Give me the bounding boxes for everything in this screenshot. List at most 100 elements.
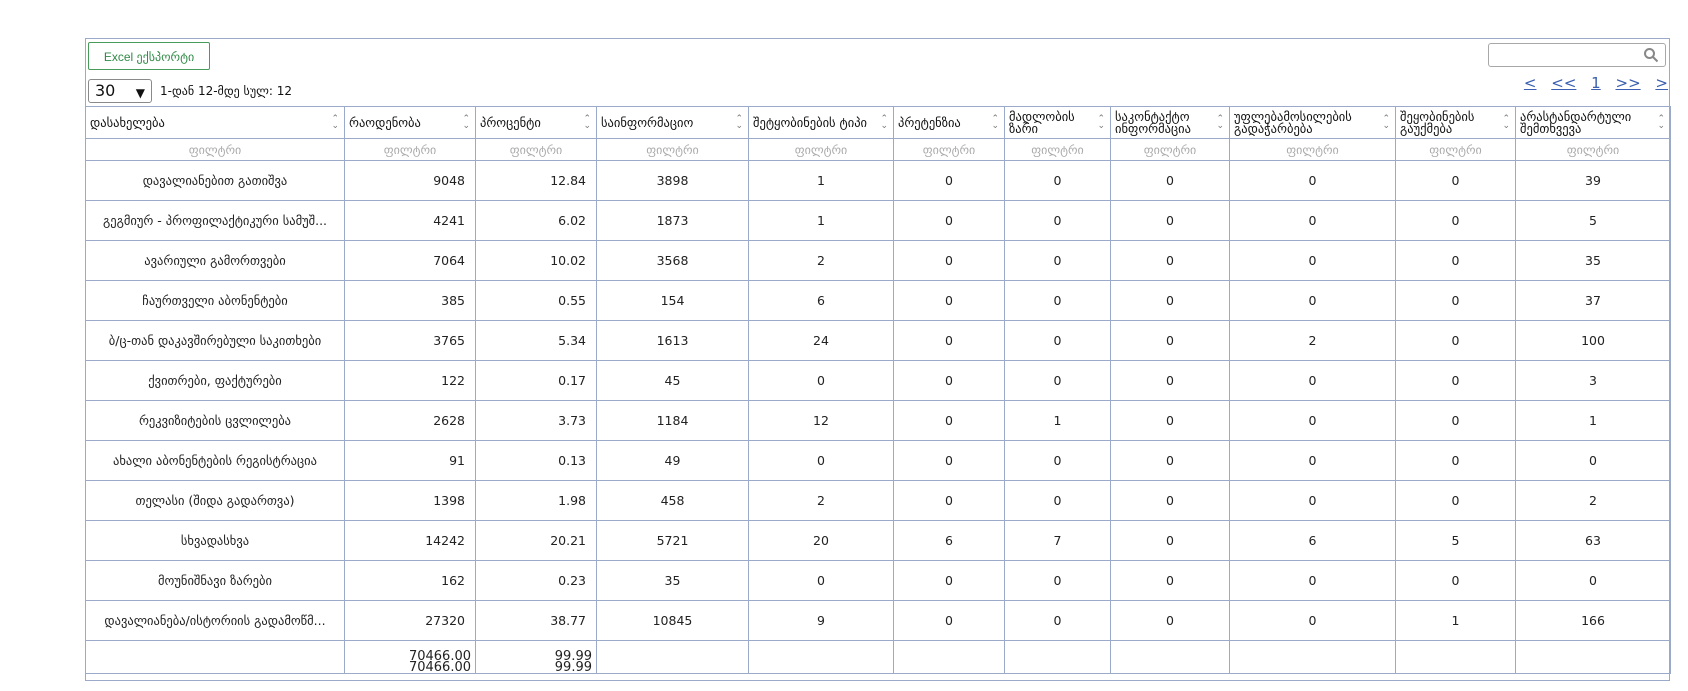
row-name-cell: რეკვიზიტების ცვლილება [85, 400, 345, 441]
table-cell: 1 [1004, 400, 1111, 441]
table-cell: 12 [748, 400, 894, 441]
filter-input[interactable]: ფილტრი [1004, 138, 1111, 161]
table-cell: 385 [344, 280, 476, 321]
pager-last[interactable]: >> [1616, 74, 1641, 92]
table-row[interactable]: თელასი (შიდა გადართვა) 1398 1.98 458 2 0 0 0 0 0 2 [85, 480, 1671, 521]
table-cell: 122 [344, 360, 476, 401]
filter-input[interactable]: ფილტრი [596, 138, 749, 161]
table-cell: 458 [596, 480, 749, 521]
table-row[interactable]: დავალიანება/ისტორიის გადამოწმ... 27320 38.… [85, 600, 1671, 641]
filter-input[interactable]: ფილტრი [475, 138, 597, 161]
table-row[interactable]: მოუნიშნავი ზარები 162 0.23 35 0 0 0 0 0 0 0 [85, 560, 1671, 601]
table-cell: 9 [748, 600, 894, 641]
column-header[interactable]: უფლებამოსილების გადაჭარბება ⌃ ⌄ [1229, 106, 1396, 139]
table-cell: 1873 [596, 200, 749, 241]
table-row[interactable]: ბ/ც-თან დაკავშირებული საკითხები 3765 5.34 1… [85, 320, 1671, 361]
page-size-select[interactable]: 30 ▼ [88, 79, 152, 103]
table-cell: 0 [1395, 280, 1516, 321]
table-cell: 0 [1395, 160, 1516, 201]
sort-icon[interactable]: ⌃ ⌄ [1502, 115, 1510, 131]
search-icon[interactable] [1643, 47, 1659, 63]
table-row[interactable]: ქვითრები, ფაქტურები 122 0.17 45 0 0 0 0 0 0 3 [85, 360, 1671, 401]
pager-first[interactable]: << [1551, 74, 1576, 92]
filter-input[interactable]: ფილტრი [1229, 138, 1396, 161]
sort-icon[interactable]: ⌃ ⌄ [462, 115, 470, 131]
table-cell: 7064 [344, 240, 476, 281]
column-header[interactable]: დასახელება ⌃ ⌄ [85, 106, 345, 139]
pager-page-1[interactable]: 1 [1591, 74, 1601, 92]
table-cell: 1.98 [475, 480, 597, 521]
table-cell: 38.77 [475, 600, 597, 641]
table-cell: 3 [1515, 360, 1671, 401]
column-header[interactable]: მადლობის ზარი ⌃ ⌄ [1004, 106, 1111, 139]
table-cell: 0 [893, 280, 1005, 321]
sort-icon[interactable]: ⌃ ⌄ [880, 115, 888, 131]
column-header[interactable]: შეყობინების გაუქმება ⌃ ⌄ [1395, 106, 1516, 139]
sort-icon[interactable]: ⌃ ⌄ [1216, 115, 1224, 131]
table-row[interactable]: დავალიანებით გათიშვა 9048 12.84 3898 1 0 0 0 0 0 3… [85, 160, 1671, 201]
table-cell: 0 [1004, 600, 1111, 641]
search-input[interactable] [1488, 43, 1666, 67]
totals-count-line2: 70466.00 [408, 660, 471, 675]
table-cell: 0 [1110, 520, 1230, 561]
column-header[interactable]: შეტყობინების ტიპი ⌃ ⌄ [748, 106, 894, 139]
pager-next[interactable]: > [1655, 74, 1668, 92]
table-cell: 154 [596, 280, 749, 321]
filter-input[interactable]: ფილტრი [85, 138, 345, 161]
column-header[interactable]: რაოდენობა ⌃ ⌄ [344, 106, 476, 139]
sort-icon[interactable]: ⌃ ⌄ [583, 115, 591, 131]
sort-icon[interactable]: ⌃ ⌄ [331, 115, 339, 131]
sort-icon[interactable]: ⌃ ⌄ [1097, 115, 1105, 131]
table-row[interactable]: ახალი აბონენტების რეგისტრაცია 91 0.13 49 0 0 0… [85, 440, 1671, 481]
pager-prev[interactable]: < [1524, 74, 1537, 92]
column-header[interactable]: პრეტენზია ⌃ ⌄ [893, 106, 1005, 139]
pagination: < << 1 >> > [1514, 74, 1668, 92]
row-name-cell: თელასი (შიდა გადართვა) [85, 480, 345, 521]
table-row[interactable]: გეგმიურ - პროფილაქტიკური სამუშ... 4241 6.0… [85, 200, 1671, 241]
sort-icon[interactable]: ⌃ ⌄ [1382, 115, 1390, 131]
table-cell: 0 [1004, 360, 1111, 401]
filter-input[interactable]: ფილტრი [1515, 138, 1671, 161]
table-cell: 0 [893, 200, 1005, 241]
filter-input[interactable]: ფილტრი [893, 138, 1005, 161]
totals-cell [596, 640, 749, 674]
table-row[interactable]: რეკვიზიტების ცვლილება 2628 3.73 1184 12 0 1 0 0 0… [85, 400, 1671, 441]
column-header[interactable]: პროცენტი ⌃ ⌄ [475, 106, 597, 139]
table-cell: 0 [1110, 600, 1230, 641]
sort-icon[interactable]: ⌃ ⌄ [991, 115, 999, 131]
filter-input[interactable]: ფილტრი [748, 138, 894, 161]
table-cell: 0 [1229, 240, 1396, 281]
table-cell: 1 [748, 160, 894, 201]
table-cell: 0.23 [475, 560, 597, 601]
table-cell: 39 [1515, 160, 1671, 201]
column-header[interactable]: საინფორმაციო ⌃ ⌄ [596, 106, 749, 139]
filter-input[interactable]: ფილტრი [344, 138, 476, 161]
excel-export-button[interactable]: Excel ექსპორტი [88, 42, 210, 70]
sort-icon[interactable]: ⌃ ⌄ [1657, 115, 1665, 131]
table-cell: 0 [1004, 440, 1111, 481]
table-row[interactable]: სხვადასხვა 14242 20.21 5721 20 6 7 0 6 5 63 [85, 520, 1671, 561]
row-name-cell: მოუნიშნავი ზარები [85, 560, 345, 601]
totals-cell [1110, 640, 1230, 674]
table-cell: 27320 [344, 600, 476, 641]
table-cell: 2 [1515, 480, 1671, 521]
column-header-label: საინფორმაციო [601, 114, 694, 130]
table-cell: 5 [1395, 520, 1516, 561]
sort-icon[interactable]: ⌃ ⌄ [735, 115, 743, 131]
table-cell: 5 [1515, 200, 1671, 241]
table-cell: 0 [1004, 240, 1111, 281]
filter-input[interactable]: ფილტრი [1395, 138, 1516, 161]
table-row[interactable]: ჩაურთველი აბონენტები 385 0.55 154 6 0 0 0 0 0 37 [85, 280, 1671, 321]
filter-input[interactable]: ფილტრი [1110, 138, 1230, 161]
table-row[interactable]: ავარიული გამორთვები 7064 10.02 3568 2 0 0 0 0 0 35 [85, 240, 1671, 281]
table-cell: 0 [1004, 280, 1111, 321]
table-cell: 0 [748, 360, 894, 401]
column-header[interactable]: არასტანდარტული შემთხვევა ⌃ ⌄ [1515, 106, 1671, 139]
table-cell: 3898 [596, 160, 749, 201]
table-cell: 0 [1004, 560, 1111, 601]
column-header[interactable]: საკონტაქტო ინფორმაცია ⌃ ⌄ [1110, 106, 1230, 139]
table-cell: 0 [1395, 200, 1516, 241]
row-name-cell: გეგმიურ - პროფილაქტიკური სამუშ... [85, 200, 345, 241]
table-cell: 0 [1229, 280, 1396, 321]
table-cell: 14242 [344, 520, 476, 561]
